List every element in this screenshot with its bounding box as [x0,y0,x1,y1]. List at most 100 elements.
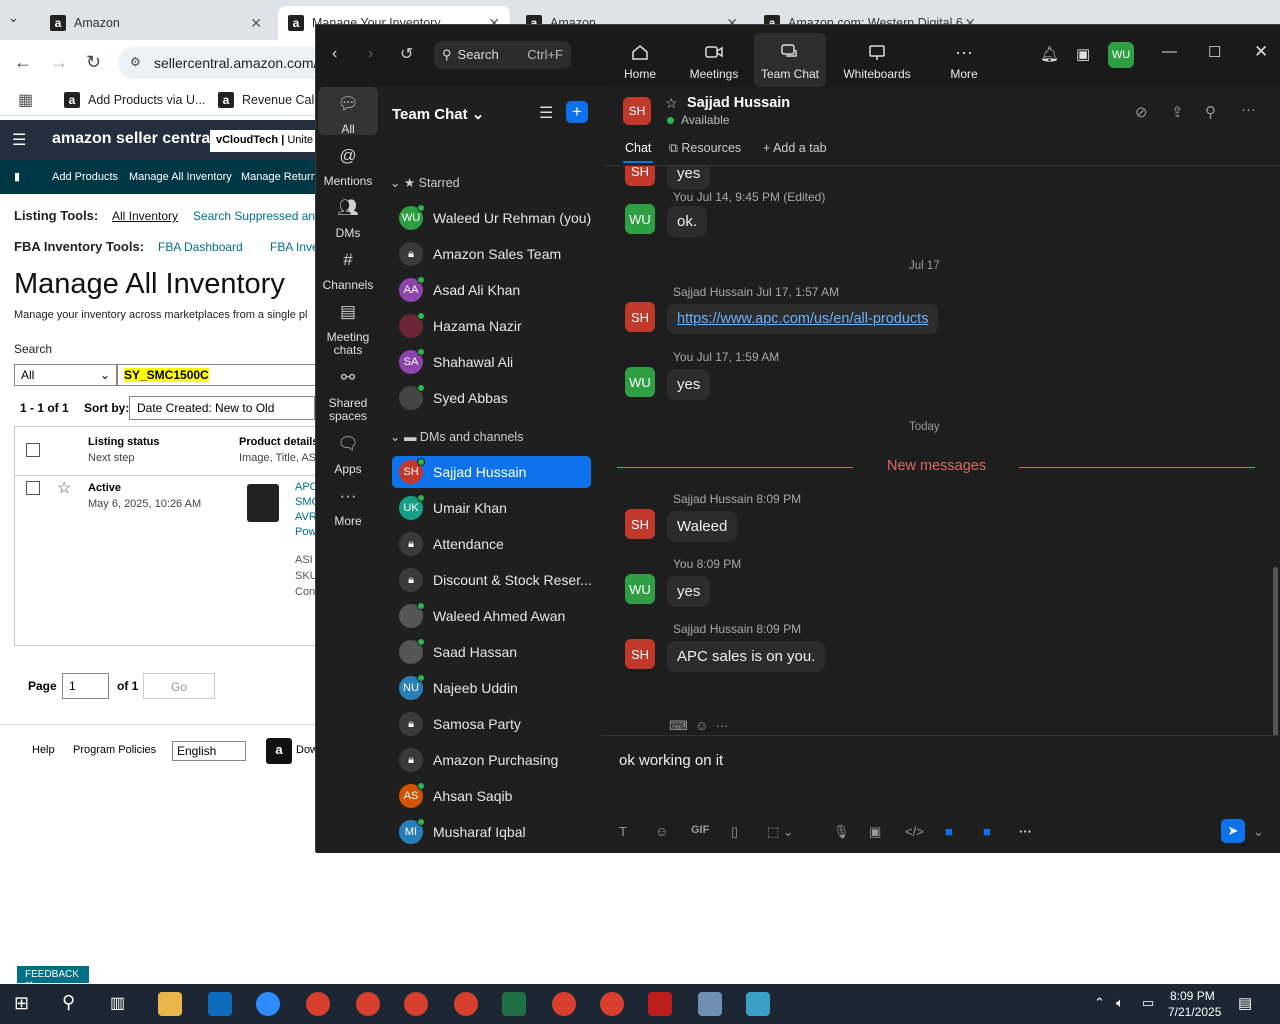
screenshot-icon[interactable]: ⬚ ⌄ [767,824,794,840]
zoom-app-icon[interactable] [256,992,280,1016]
chevron-down-icon[interactable]: ⌄ [1253,824,1264,840]
file-explorer-icon[interactable] [158,992,182,1016]
gif-icon[interactable]: GIF [691,824,709,836]
send-button[interactable]: ➤ [1221,819,1245,843]
dm-item[interactable]: SH Sajjad Hussain [392,456,591,488]
dm-item[interactable]: 🔒︎ Amazon Purchasing [392,744,591,776]
starred-item[interactable]: Syed Abbas [392,382,591,414]
search-icon[interactable]: ⚲ [1205,103,1216,121]
rail-channels[interactable]: # Channels [318,251,378,292]
chevron-up-icon[interactable]: ⌃ [1094,995,1105,1011]
dm-item[interactable]: NU Najeeb Uddin [392,672,591,704]
chrome-icon[interactable] [454,992,478,1016]
rail-mentions[interactable]: @ Mentions [318,147,378,188]
footer-policies[interactable]: Program Policies [73,744,156,756]
mic-icon[interactable]: 🎙︎ [833,824,850,840]
network-icon[interactable]: ▭ [1142,995,1154,1011]
video-off-icon[interactable]: ⊘ [1135,103,1148,121]
site-info-icon[interactable]: ⚙ [130,55,141,69]
bell-icon[interactable]: 🔔︎ [1040,45,1059,63]
fba-dashboard-link[interactable]: FBA Dashboard [158,240,243,254]
contact-avatar[interactable]: SH [623,97,651,125]
rail-apps[interactable]: 🗨︎ Apps [318,435,378,476]
clock-time[interactable]: 8:09 PM [1170,989,1215,1003]
chrome-icon[interactable] [600,992,624,1016]
emoji-react-icon[interactable]: ☺ [695,718,708,733]
contact-name[interactable]: Sajjad Hussain [687,95,790,111]
message-avatar[interactable]: SH [625,639,655,669]
more-icon[interactable]: ··· [716,718,729,733]
close-icon[interactable]: ✕ [1254,42,1268,62]
starred-item[interactable]: Hazama Nazir [392,310,591,342]
more-icon[interactable]: ··· [1241,101,1256,118]
amazon-app-icon[interactable]: a [266,738,292,764]
tab-add[interactable]: + Add a tab [763,141,827,155]
bookmark-item[interactable]: a Revenue Calcu [218,92,327,108]
starred-item[interactable]: SA Shahawal Ali [392,346,591,378]
page-input[interactable]: 1 [62,673,109,699]
account-switcher[interactable]: vCloudTech | Unite [210,130,320,152]
chat-scrollbar[interactable] [1273,567,1278,737]
outlook-icon[interactable] [208,992,232,1016]
code-icon[interactable]: </> [905,824,924,839]
dm-item[interactable]: 🔒︎ Samosa Party [392,708,591,740]
rail-shared-spaces[interactable]: ⚯ Shared spaces [318,369,378,423]
message-avatar[interactable]: SH [625,166,655,186]
compose-new-button[interactable]: + [566,101,588,123]
starred-section-header[interactable]: ⌄ ★ Starred [390,175,460,190]
feedback-button[interactable]: FEEDBACK ✕ [17,966,89,991]
dm-item[interactable]: UK Umair Khan [392,492,591,524]
dm-item[interactable]: Waleed Ahmed Awan [392,600,591,632]
dm-item[interactable]: MI Musharaf Iqbal [392,816,591,848]
product-image[interactable] [247,484,279,522]
footer-help[interactable]: Help [32,744,55,756]
list-title[interactable]: Team Chat ⌄ [392,105,484,123]
tab-resources[interactable]: ⧉ Resources [669,141,741,156]
seller-central-logo[interactable]: amazon seller central [52,130,215,148]
history-icon[interactable]: ↺ [400,44,413,64]
forward-icon[interactable]: → [50,52,68,73]
message-avatar[interactable]: SH [625,302,655,332]
nav-more[interactable]: ··· More [928,33,1000,87]
calculator-icon[interactable] [698,992,722,1016]
excel-icon[interactable] [502,992,526,1016]
browser-tab[interactable]: a Amazon ✕ [40,6,272,40]
back-icon[interactable]: ← [14,52,32,73]
apps-icon[interactable]: ▦ [18,90,33,110]
forward-icon[interactable]: › [368,45,373,63]
share-screen-icon[interactable]: ⇪ [1171,103,1184,121]
dms-section-header[interactable]: ⌄ ▬ DMs and channels [390,429,523,444]
menu-icon[interactable]: ☰ [12,130,26,150]
starred-item[interactable]: AA Asad Ali Khan [392,274,591,306]
app-icon[interactable] [746,992,770,1016]
message-avatar[interactable]: WU [625,204,655,234]
app-icon[interactable]: ■ [983,824,991,839]
message-link[interactable]: https://www.apc.com/us/en/all-products [667,304,939,334]
nav-whiteboards[interactable]: Whiteboards [840,33,914,87]
tab-chat[interactable]: Chat [625,141,651,155]
maximize-icon[interactable]: ☐ [1208,43,1221,61]
chrome-icon[interactable] [552,992,576,1016]
search-suppressed-link[interactable]: Search Suppressed and [193,209,322,223]
all-inventory-link[interactable]: All Inventory [112,209,178,223]
tab-list-icon[interactable]: ⌄ [8,10,19,26]
filter-icon[interactable]: ☰ [539,103,553,123]
filezilla-icon[interactable] [648,992,672,1016]
clock-date[interactable]: 7/21/2025 [1168,1005,1221,1019]
calendar-icon[interactable]: ▣ [1076,45,1090,63]
emoji-icon[interactable]: ☺ [655,824,668,839]
reload-icon[interactable]: ↻ [86,52,101,73]
message-avatar[interactable]: WU [625,574,655,604]
nav-add-products[interactable]: Add Products [52,171,118,183]
video-message-icon[interactable]: ▣ [869,824,881,840]
rail-meeting-chats[interactable]: ▤ Meeting chats [318,303,378,357]
dm-item[interactable]: 🔒︎ Attendance [392,528,591,560]
minimize-icon[interactable]: — [1162,43,1177,60]
reply-icon[interactable]: ⌨ [669,718,688,733]
chrome-icon[interactable] [306,992,330,1016]
language-select[interactable]: English [172,741,246,761]
sort-select[interactable]: Date Created: New to Old [129,396,315,420]
volume-icon[interactable]: 🔈︎ [1116,995,1124,1011]
chrome-icon[interactable] [404,992,428,1016]
nav-home[interactable]: Home [604,33,676,87]
